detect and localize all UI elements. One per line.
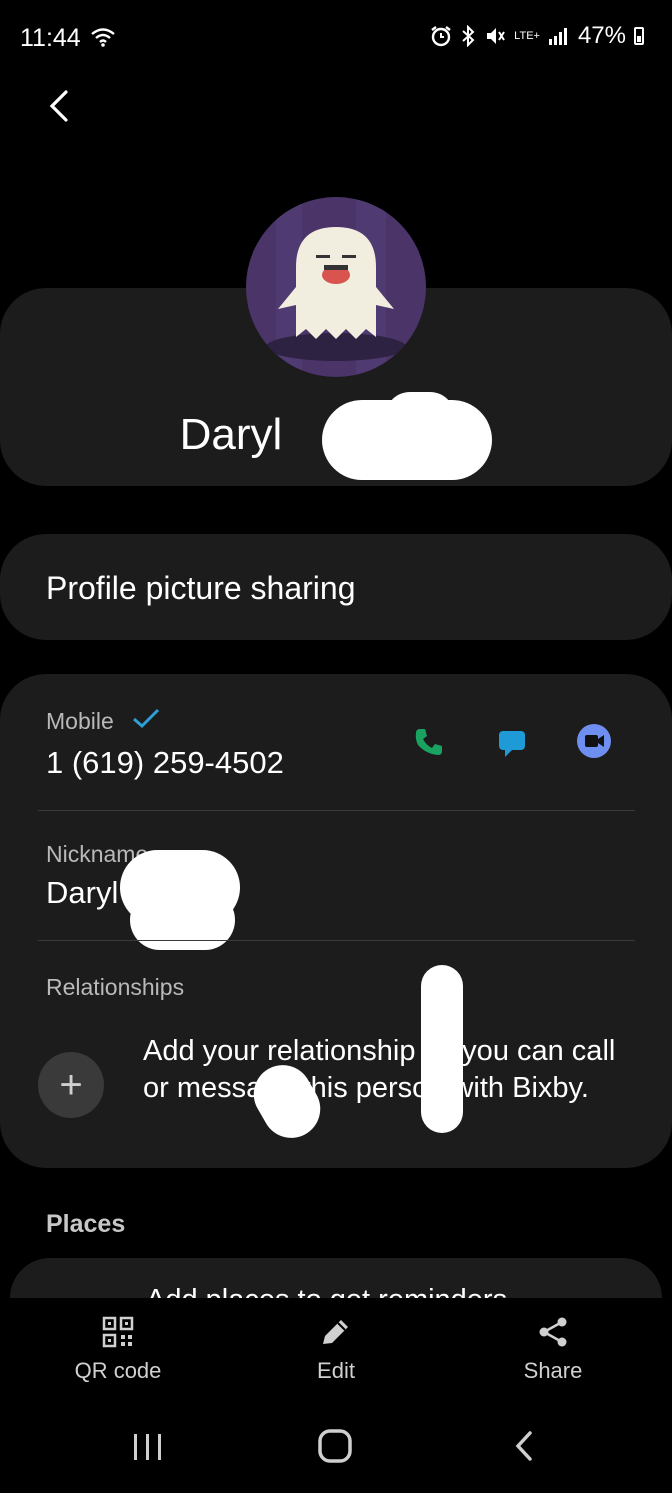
message-icon[interactable] [496, 727, 528, 759]
qr-code-button[interactable]: QR code [38, 1316, 198, 1384]
add-icon: + [59, 1062, 83, 1107]
places-label: Places [46, 1210, 126, 1238]
verified-check-icon [133, 708, 160, 729]
alarm-icon [431, 26, 451, 47]
battery-percent: 47% [577, 22, 626, 49]
avatar[interactable] [246, 197, 426, 377]
status-icons: LTE+ 47% [430, 22, 644, 50]
share-icon [539, 1317, 567, 1347]
share-label: Share [523, 1358, 583, 1383]
divider [38, 810, 635, 811]
home-icon[interactable] [314, 1420, 358, 1472]
divider [38, 940, 635, 941]
redaction-mark [385, 392, 455, 442]
profile-picture-sharing-label: Profile picture sharing [46, 570, 356, 606]
places-card[interactable]: Add places to get reminders... [10, 1258, 662, 1298]
phone-number[interactable]: 1 (619) 259-4502 [46, 745, 284, 781]
call-icon[interactable] [412, 725, 446, 759]
places-prompt: Add places to get reminders... [146, 1284, 531, 1298]
edit-button[interactable]: Edit [256, 1316, 416, 1384]
signal-icon [548, 28, 567, 45]
relationships-prompt: Add your relationship so you can call or… [143, 1035, 616, 1104]
qr-code-label: QR code [74, 1358, 162, 1383]
redaction-mark [421, 965, 463, 1133]
relationships-label: Relationships [46, 974, 185, 1000]
back-icon[interactable] [36, 82, 84, 130]
status-time: 11:44 [20, 24, 81, 52]
add-relationship-button[interactable]: + [38, 1052, 104, 1118]
recent-apps-icon[interactable] [128, 1420, 168, 1472]
nav-back-icon[interactable] [506, 1420, 542, 1472]
wifi-icon [91, 28, 115, 47]
edit-label: Edit [317, 1358, 355, 1383]
lte-label: LTE+ [514, 30, 540, 42]
phone-type-label: Mobile [46, 708, 114, 734]
mute-icon [487, 28, 506, 44]
edit-pencil-icon [323, 1320, 348, 1344]
nickname-value: Daryl [46, 875, 119, 910]
video-call-icon[interactable] [576, 723, 612, 759]
qr-code-icon [102, 1316, 134, 1348]
ghost-avatar-image [266, 197, 406, 377]
redaction-mark [130, 890, 235, 950]
battery-icon [634, 27, 644, 45]
share-button[interactable]: Share [473, 1316, 633, 1384]
bluetooth-icon [462, 25, 475, 47]
